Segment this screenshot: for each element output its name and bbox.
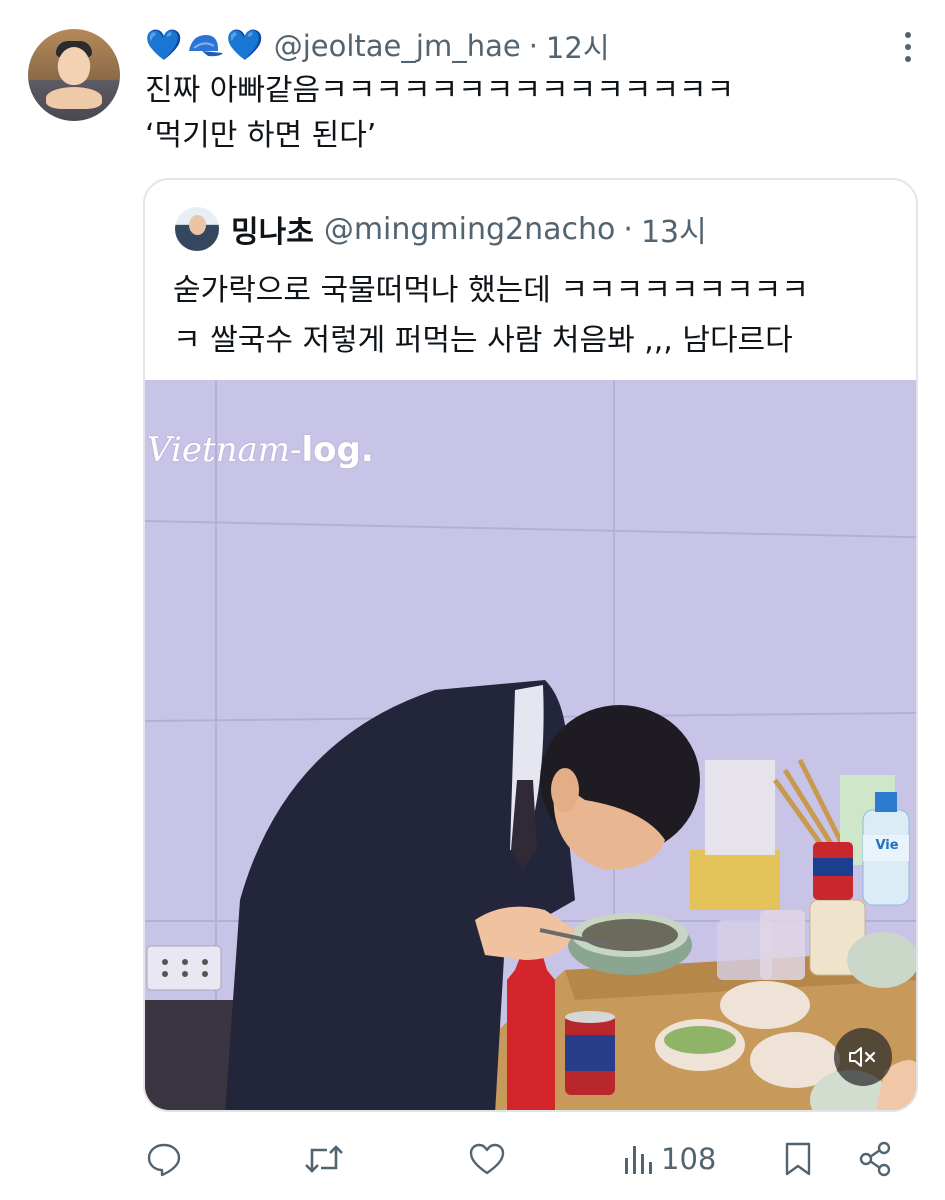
avatar-face	[58, 47, 90, 85]
quoted-tweet-text: 숟가락으로 국물떠먹나 했는데 ㅋㅋㅋㅋㅋㅋㅋㅋㅋ ㅋ 쌀국수 저렇게 퍼먹는 …	[173, 266, 903, 366]
more-options-icon[interactable]	[903, 30, 913, 64]
avatar-heart-hands	[46, 87, 102, 109]
tweet-text-line-1: 진짜 아빠같음ㅋㅋㅋㅋㅋㅋㅋㅋㅋㅋㅋㅋㅋㅋㅋ	[145, 73, 735, 108]
video-player[interactable]: Vietnam-log. Vie	[145, 380, 916, 1110]
reply-button[interactable]	[145, 1135, 183, 1183]
blue-heart-emoji: 💙	[226, 28, 264, 63]
views-chart-icon	[625, 1146, 652, 1174]
tweet-header: 💙 💙 @jeoltae_jm_hae · 12시	[145, 26, 610, 66]
share-icon	[859, 1141, 891, 1177]
retweet-button[interactable]	[303, 1135, 345, 1183]
separator-dot: ·	[623, 211, 633, 247]
tweet-text: 진짜 아빠같음ㅋㅋㅋㅋㅋㅋㅋㅋㅋㅋㅋㅋㅋㅋㅋ ‘먹기만 하면 된다’	[145, 68, 734, 158]
separator-dot: ·	[528, 29, 538, 63]
bookmark-icon	[785, 1142, 811, 1176]
author-handle[interactable]: @jeoltae_jm_hae	[274, 29, 521, 63]
quoted-author-handle: @mingming2nacho	[323, 211, 616, 247]
mute-toggle-button[interactable]	[834, 1028, 892, 1086]
blue-heart-emoji: 💙	[145, 28, 183, 63]
quoted-tweet-header: 밍나초 @mingming2nacho · 13시	[175, 204, 707, 254]
video-frame	[145, 680, 916, 1110]
reply-icon	[147, 1143, 181, 1177]
bottle-brand-label: Vie	[875, 838, 899, 853]
views-count: 108	[661, 1142, 717, 1176]
blue-cap-emoji	[186, 31, 224, 61]
quoted-tweet-card[interactable]: 밍나초 @mingming2nacho · 13시 숟가락으로 국물떠먹나 했는…	[143, 178, 918, 1112]
heart-icon	[469, 1143, 505, 1175]
tweet-action-bar: 108	[145, 1135, 925, 1183]
views-button[interactable]: 108	[623, 1135, 716, 1183]
quoted-text-line-1: 숟가락으로 국물떠먹나 했는데 ㅋㅋㅋㅋㅋㅋㅋㅋㅋ	[173, 273, 809, 308]
quoted-text-line-2: ㅋ 쌀국수 저렇게 퍼먹는 사람 처음봐 ,,, 남다르다	[173, 323, 793, 358]
quoted-author-avatar	[175, 207, 219, 251]
author-avatar[interactable]	[28, 29, 120, 121]
speaker-muted-icon	[849, 1047, 876, 1067]
tweet-text-line-2: ‘먹기만 하면 된다’	[145, 118, 377, 153]
share-button[interactable]	[857, 1135, 893, 1183]
tweet-time[interactable]: 12시	[546, 25, 610, 67]
like-button[interactable]	[467, 1135, 507, 1183]
quoted-author-name: 밍나초	[231, 215, 314, 250]
retweet-icon	[305, 1145, 343, 1173]
quoted-tweet-time: 13시	[640, 215, 707, 250]
bookmark-button[interactable]	[783, 1135, 813, 1183]
